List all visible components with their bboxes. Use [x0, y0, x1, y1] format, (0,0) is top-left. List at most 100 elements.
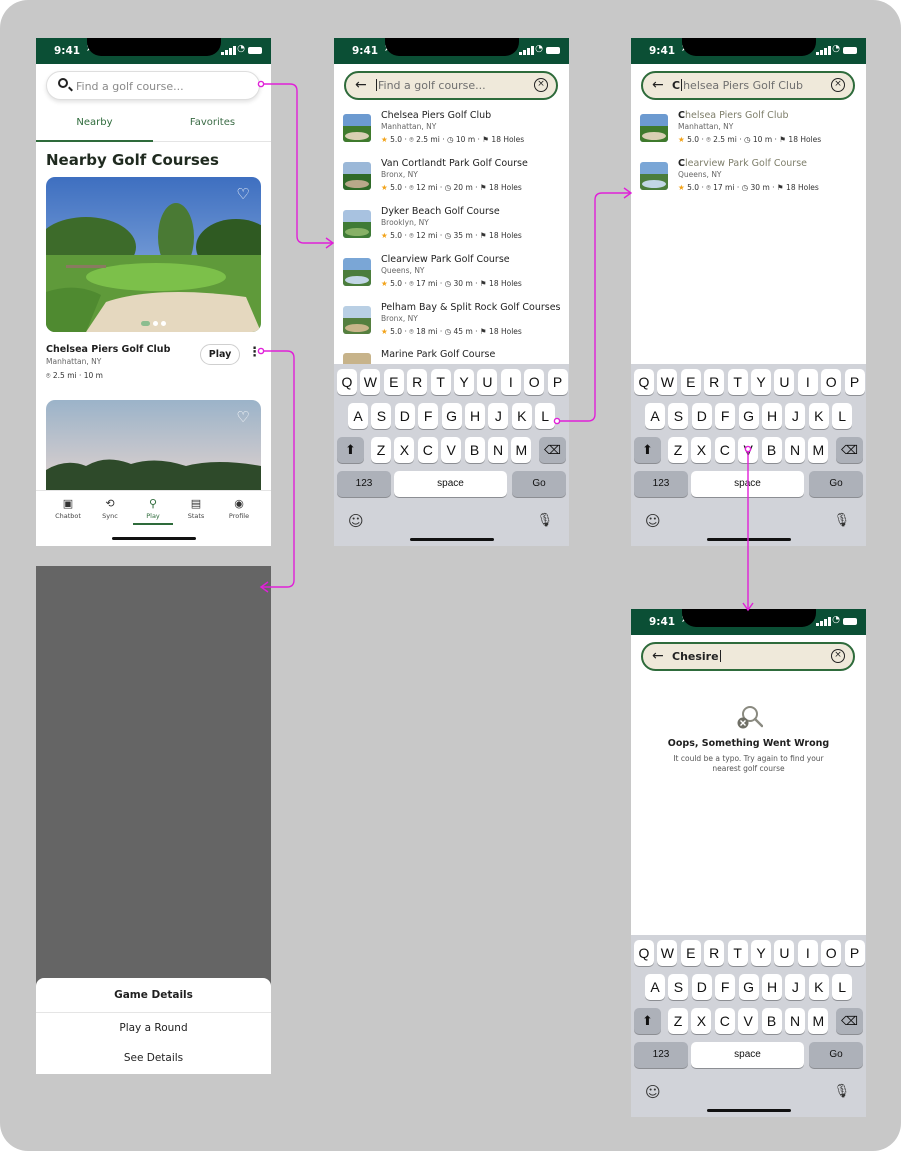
key[interactable]: V	[738, 1008, 759, 1034]
key[interactable]: M	[511, 437, 532, 463]
key[interactable]: P	[547, 369, 568, 395]
see-details-option[interactable]: See Details	[36, 1052, 271, 1064]
key[interactable]: H	[465, 403, 485, 429]
key[interactable]: M	[808, 437, 829, 463]
course-photo[interactable]: ♡	[46, 177, 261, 332]
emoji-icon[interactable]: ☺	[645, 512, 661, 530]
key[interactable]: M	[808, 1008, 829, 1034]
key[interactable]: B	[464, 437, 485, 463]
shift-key[interactable]: ⬆	[337, 437, 364, 463]
key[interactable]: L	[535, 403, 556, 429]
search-input[interactable]: Find a golf course...	[46, 71, 260, 100]
key[interactable]: I	[797, 940, 818, 966]
go-key[interactable]: Go	[809, 471, 863, 497]
key[interactable]: E	[680, 369, 701, 395]
key[interactable]: S	[371, 403, 392, 429]
key[interactable]: C	[714, 437, 735, 463]
key[interactable]: R	[704, 369, 725, 395]
back-arrow-icon[interactable]: ←	[652, 648, 664, 664]
space-key[interactable]: space	[691, 1042, 804, 1068]
go-key[interactable]: Go	[512, 471, 566, 497]
key[interactable]: O	[821, 940, 842, 966]
back-arrow-icon[interactable]: ←	[652, 77, 664, 93]
key[interactable]: U	[774, 940, 795, 966]
key[interactable]: V	[441, 437, 462, 463]
key[interactable]: A	[645, 974, 665, 1000]
key[interactable]: J	[785, 403, 806, 429]
course-row[interactable]: Dyker Beach Golf Course Brooklyn, NY ★ 5.0…	[343, 206, 563, 252]
more-options-icon[interactable]: ⋮	[248, 346, 261, 360]
tab-favorites[interactable]: Favorites	[154, 114, 271, 142]
key[interactable]: T	[727, 940, 748, 966]
nav-play[interactable]: ⚲ Play	[133, 497, 173, 525]
microphone-icon[interactable]: 🎙︎	[833, 1084, 850, 1099]
heart-icon[interactable]: ♡	[234, 408, 252, 426]
shift-key[interactable]: ⬆	[634, 1008, 661, 1034]
delete-key[interactable]: ⌫	[836, 1008, 863, 1034]
key[interactable]: W	[657, 940, 678, 966]
key[interactable]: I	[797, 369, 818, 395]
back-arrow-icon[interactable]: ←	[355, 77, 367, 93]
course-row[interactable]: Pelham Bay & Split Rock Golf Courses Bron…	[343, 302, 563, 348]
key[interactable]: Q	[634, 369, 654, 395]
key[interactable]: R	[704, 940, 725, 966]
key[interactable]: H	[762, 403, 782, 429]
key[interactable]: P	[844, 940, 865, 966]
key[interactable]: Q	[337, 369, 357, 395]
key[interactable]: I	[500, 369, 521, 395]
key[interactable]: T	[727, 369, 748, 395]
nav-chatbot[interactable]: ▣ Chatbot	[48, 497, 88, 520]
result-row[interactable]: Chelsea Piers Golf Club Manhattan, NY ★ 5.…	[640, 110, 860, 156]
key[interactable]: A	[348, 403, 368, 429]
key[interactable]: O	[524, 369, 545, 395]
microphone-icon[interactable]: 🎙︎	[833, 513, 850, 528]
tab-nearby[interactable]: Nearby	[36, 114, 153, 142]
course-row[interactable]: Chelsea Piers Golf Club Manhattan, NY ★ 5.…	[343, 110, 563, 156]
key[interactable]: W	[360, 369, 381, 395]
key[interactable]: O	[821, 369, 842, 395]
clear-icon[interactable]: ×	[831, 78, 845, 92]
nav-profile[interactable]: ◉ Profile	[219, 497, 259, 520]
numbers-key[interactable]: 123	[634, 1042, 688, 1068]
key[interactable]: J	[785, 974, 806, 1000]
course-row[interactable]: Van Cortlandt Park Golf Course Bronx, NY ★…	[343, 158, 563, 204]
key[interactable]: B	[761, 437, 782, 463]
heart-icon[interactable]: ♡	[234, 185, 252, 203]
key[interactable]: V	[738, 437, 759, 463]
key[interactable]: K	[808, 403, 829, 429]
key[interactable]: N	[488, 437, 508, 463]
key[interactable]: S	[668, 974, 689, 1000]
search-input[interactable]: ← Find a golf course... ×	[344, 71, 558, 100]
delete-key[interactable]: ⌫	[539, 437, 566, 463]
key[interactable]: K	[808, 974, 829, 1000]
key[interactable]: G	[441, 403, 462, 429]
key[interactable]: D	[691, 974, 712, 1000]
key[interactable]: J	[488, 403, 509, 429]
play-button[interactable]: Play	[200, 344, 240, 365]
nav-stats[interactable]: ▤ Stats	[176, 497, 216, 520]
course-photo-2[interactable]: ♡	[46, 400, 261, 500]
key[interactable]: X	[394, 437, 415, 463]
key[interactable]: X	[691, 437, 712, 463]
result-row[interactable]: Clearview Park Golf Course Queens, NY ★ 5.…	[640, 158, 860, 204]
search-input[interactable]: ← Chesire ×	[641, 642, 855, 671]
key[interactable]: F	[715, 403, 736, 429]
key[interactable]: Q	[634, 940, 654, 966]
numbers-key[interactable]: 123	[337, 471, 391, 497]
emoji-icon[interactable]: ☺	[645, 1083, 661, 1101]
key[interactable]: L	[832, 403, 853, 429]
key[interactable]: C	[417, 437, 438, 463]
key[interactable]: G	[738, 974, 759, 1000]
key[interactable]: Y	[454, 369, 474, 395]
key[interactable]: A	[645, 403, 665, 429]
key[interactable]: F	[418, 403, 439, 429]
clear-icon[interactable]: ×	[831, 649, 845, 663]
go-key[interactable]: Go	[809, 1042, 863, 1068]
key[interactable]: N	[785, 1008, 805, 1034]
key[interactable]: Y	[751, 940, 771, 966]
shift-key[interactable]: ⬆	[634, 437, 661, 463]
key[interactable]: D	[691, 403, 712, 429]
key[interactable]: D	[394, 403, 415, 429]
numbers-key[interactable]: 123	[634, 471, 688, 497]
key[interactable]: C	[714, 1008, 735, 1034]
